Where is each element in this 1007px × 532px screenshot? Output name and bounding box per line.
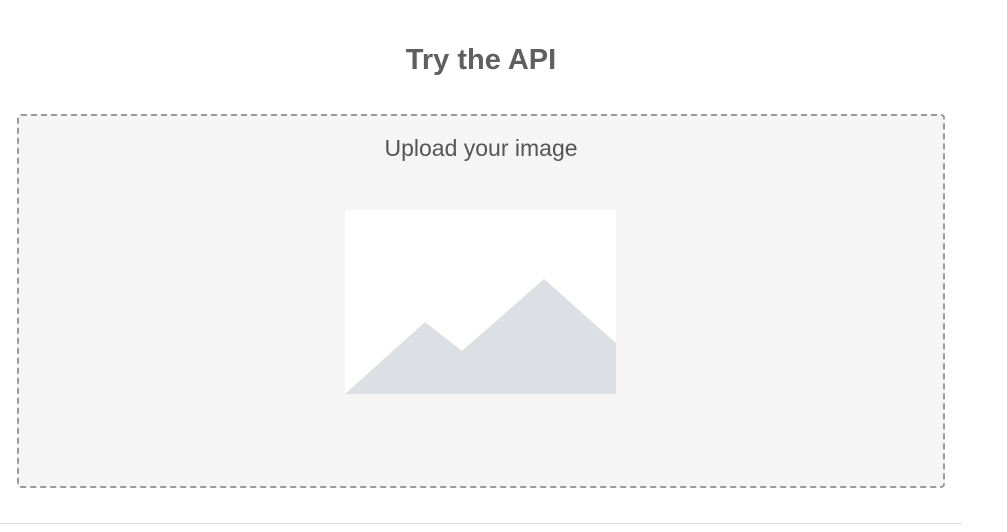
upload-label: Upload your image	[384, 135, 578, 161]
section-title: Try the API	[405, 44, 557, 76]
image-upload-dropzone[interactable]: Upload your image	[17, 114, 945, 488]
try-api-page: Try the API Upload your image	[0, 0, 1007, 532]
section-divider	[0, 523, 962, 524]
image-placeholder-icon	[345, 210, 616, 394]
